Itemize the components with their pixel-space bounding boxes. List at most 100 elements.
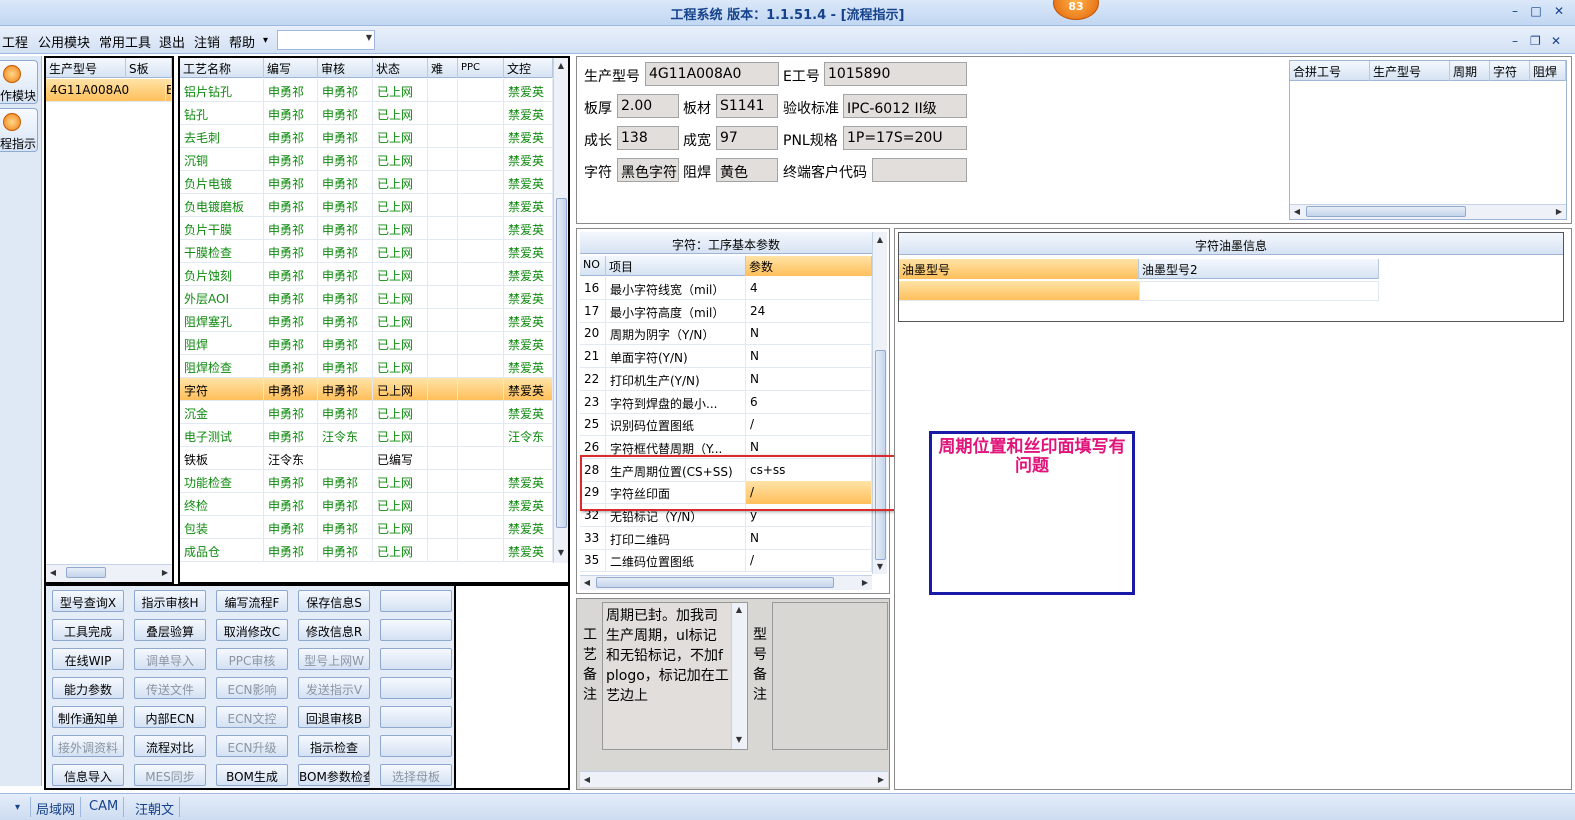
- scroll-thumb[interactable]: [556, 198, 567, 528]
- table-row[interactable]: 钻孔 申勇祁 申勇祁 已上网 禁爱英: [180, 102, 553, 125]
- col-header-ink-model2[interactable]: 油墨型号2: [1139, 259, 1379, 279]
- table-row[interactable]: 35 二维码位置图纸 /: [580, 549, 872, 573]
- table-row[interactable]: 负电镀磨板 申勇祁 申勇祁 已上网 禁爱英: [180, 194, 553, 217]
- action-button-1-2[interactable]: 取消修改C: [216, 619, 288, 641]
- action-button-2-4[interactable]: [380, 648, 452, 670]
- action-button-3-2[interactable]: ECN影响: [216, 677, 288, 699]
- table-row[interactable]: 铝片钻孔 申勇祁 申勇祁 已上网 禁爱英: [180, 79, 553, 102]
- action-button-6-2[interactable]: BOM生成: [216, 764, 288, 786]
- ink-row-empty[interactable]: [1139, 281, 1379, 301]
- table-row[interactable]: 阻焊塞孔 申勇祁 申勇祁 已上网 禁爱英: [180, 309, 553, 332]
- col-header-merge-model[interactable]: 生产型号: [1370, 61, 1450, 81]
- combo-arrow-icon[interactable]: ▼: [366, 33, 372, 42]
- table-row[interactable]: 铁板 汪令东 已编写: [180, 447, 553, 470]
- table-row[interactable]: 沉金 申勇祁 申勇祁 已上网 禁爱英: [180, 401, 553, 424]
- table-row[interactable]: 去毛刺 申勇祁 申勇祁 已上网 禁爱英: [180, 125, 553, 148]
- col-header-s-board[interactable]: S板: [126, 58, 172, 78]
- col-header-param[interactable]: 参数: [746, 256, 872, 276]
- toolbox-item-flow[interactable]: 程指示: [0, 108, 38, 152]
- table-row[interactable]: 25 识别码位置图纸 /: [580, 413, 872, 437]
- col-header-difficulty[interactable]: 难: [428, 58, 458, 78]
- field-char[interactable]: 黑色字符: [617, 158, 679, 182]
- chevron-down-icon[interactable]: ▾: [263, 35, 268, 46]
- table-row[interactable]: 负片电镀 申勇祁 申勇祁 已上网 禁爱英: [180, 171, 553, 194]
- action-button-3-0[interactable]: 能力参数: [52, 677, 124, 699]
- field-pnl[interactable]: 1P=17S=20U: [843, 126, 967, 150]
- toolbox-item-modules[interactable]: 作模块: [0, 60, 38, 104]
- ink-row-selected[interactable]: [899, 281, 1139, 301]
- model-list-row[interactable]: 4G11A008A0 E: [46, 79, 172, 102]
- action-button-0-3[interactable]: 保存信息S: [298, 590, 370, 612]
- action-button-5-1[interactable]: 流程对比: [134, 735, 206, 757]
- action-button-0-2[interactable]: 编写流程F: [216, 590, 288, 612]
- menu-combo-box[interactable]: ▼: [277, 30, 375, 50]
- menu-engineering[interactable]: 工程: [2, 32, 28, 51]
- col-header-reviewer[interactable]: 审核: [318, 58, 373, 78]
- table-row[interactable]: 沉铜 申勇祁 申勇祁 已上网 禁爱英: [180, 148, 553, 171]
- action-button-2-3[interactable]: 型号上网W: [298, 648, 370, 670]
- action-button-2-1[interactable]: 调单导入: [134, 648, 206, 670]
- field-thickness[interactable]: 2.00: [617, 94, 679, 118]
- field-customer[interactable]: [872, 158, 967, 182]
- mdi-restore-button[interactable]: ❐: [1530, 34, 1541, 48]
- scroll-thumb[interactable]: [1306, 206, 1466, 217]
- scroll-down-icon[interactable]: ▼: [873, 562, 887, 571]
- scroll-right-icon[interactable]: ▶: [874, 775, 888, 784]
- menu-logout[interactable]: 注销: [194, 32, 220, 51]
- maximize-button[interactable]: □: [1527, 4, 1545, 20]
- action-button-1-0[interactable]: 工具完成: [52, 619, 124, 641]
- action-button-6-1[interactable]: MES同步: [134, 764, 206, 786]
- field-model[interactable]: 4G11A008A0: [645, 62, 779, 86]
- action-button-4-4[interactable]: [380, 706, 452, 728]
- action-button-2-0[interactable]: 在线WIP: [52, 648, 124, 670]
- table-row[interactable]: 阻焊检查 申勇祁 申勇祁 已上网 禁爱英: [180, 355, 553, 378]
- scroll-right-icon[interactable]: ▶: [1552, 207, 1566, 216]
- action-button-4-0[interactable]: 制作通知单: [52, 706, 124, 728]
- table-row[interactable]: 字符 申勇祁 申勇祁 已上网 禁爱英: [180, 378, 553, 401]
- scroll-up-icon[interactable]: ▲: [554, 61, 568, 70]
- menu-exit[interactable]: 退出: [159, 32, 185, 51]
- table-row[interactable]: 22 打印机生产(Y/N) N: [580, 367, 872, 391]
- col-header-merge-period[interactable]: 周期: [1450, 61, 1490, 81]
- table-row[interactable]: 电子测试 申勇祁 汪令东 已上网 汪令东: [180, 424, 553, 447]
- scroll-left-icon[interactable]: ◀: [580, 578, 594, 587]
- col-header-status[interactable]: 状态: [373, 58, 428, 78]
- action-button-1-4[interactable]: [380, 619, 452, 641]
- table-row[interactable]: 成品仓 申勇祁 申勇祁 已上网 禁爱英: [180, 539, 553, 562]
- menu-common-tools[interactable]: 常用工具: [99, 32, 151, 51]
- scroll-thumb[interactable]: [596, 577, 834, 588]
- action-button-6-4[interactable]: 选择母板: [380, 764, 452, 786]
- action-button-5-0[interactable]: 接外调资料: [52, 735, 124, 757]
- field-width[interactable]: 97: [716, 126, 778, 150]
- table-row[interactable]: 阻焊 申勇祁 申勇祁 已上网 禁爱英: [180, 332, 553, 355]
- scroll-up-icon[interactable]: ▲: [873, 235, 887, 244]
- scroll-down-icon[interactable]: ▼: [554, 548, 568, 557]
- action-button-5-3[interactable]: 指示检查: [298, 735, 370, 757]
- field-mask[interactable]: 黄色: [716, 158, 778, 182]
- col-header-process-name[interactable]: 工艺名称: [180, 58, 264, 78]
- table-row[interactable]: 负片蚀刻 申勇祁 申勇祁 已上网 禁爱英: [180, 263, 553, 286]
- scroll-left-icon[interactable]: ◀: [46, 568, 60, 577]
- process-notes-scrollbar[interactable]: ▲ ▼: [731, 603, 747, 749]
- model-list-hscrollbar[interactable]: ◀ ▶: [46, 564, 172, 582]
- table-row[interactable]: 终检 申勇祁 申勇祁 已上网 禁爱英: [180, 493, 553, 516]
- col-header-merge-char[interactable]: 字符: [1490, 61, 1530, 81]
- table-row[interactable]: 20 周期为阴字（Y/N） N: [580, 322, 872, 346]
- col-header-no[interactable]: NO: [580, 256, 606, 276]
- status-dropdown-icon[interactable]: ▾: [10, 797, 25, 817]
- process-notes-field[interactable]: 周期已封。加我司生产周期，ul标记和无铅标记，不加fplogo，标记加在工艺边上…: [602, 602, 748, 750]
- scroll-up-icon[interactable]: ▲: [732, 605, 746, 614]
- action-button-6-0[interactable]: 信息导入: [52, 764, 124, 786]
- table-row[interactable]: 功能检查 申勇祁 申勇祁 已上网 禁爱英: [180, 470, 553, 493]
- action-button-4-3[interactable]: 回退审核B: [298, 706, 370, 728]
- close-button[interactable]: ✕: [1550, 4, 1568, 20]
- action-button-0-4[interactable]: [380, 590, 452, 612]
- col-header-ppc[interactable]: PPC: [458, 58, 504, 78]
- field-eno[interactable]: 1015890: [824, 62, 967, 86]
- notes-hscrollbar[interactable]: ◀ ▶: [580, 771, 888, 787]
- scroll-down-icon[interactable]: ▼: [732, 735, 746, 744]
- action-button-0-1[interactable]: 指示审核H: [134, 590, 206, 612]
- scroll-left-icon[interactable]: ◀: [580, 775, 594, 784]
- col-header-item[interactable]: 项目: [606, 256, 746, 276]
- params-hscrollbar[interactable]: ◀ ▶: [580, 575, 872, 590]
